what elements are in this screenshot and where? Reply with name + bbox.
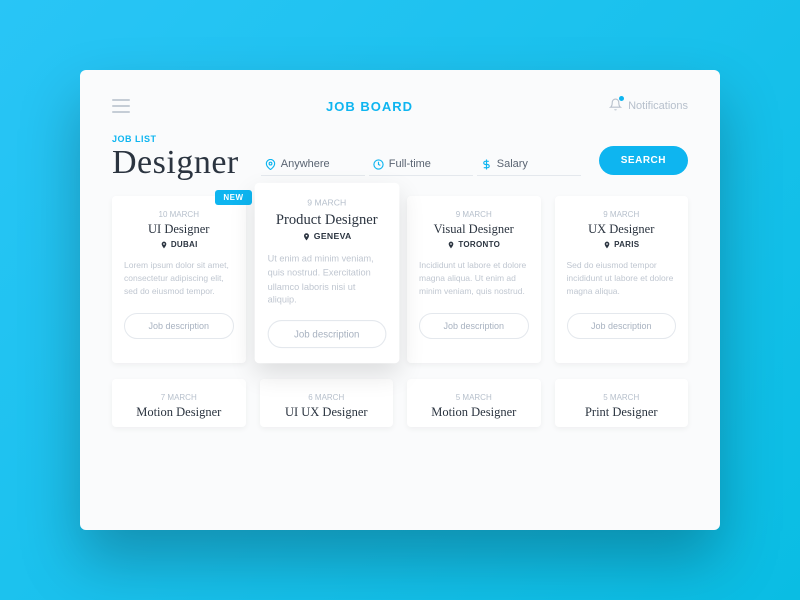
job-title: Print Designer [567,405,677,420]
job-description-button[interactable]: Job description [567,313,677,339]
job-description-button[interactable]: Job description [419,313,529,339]
filter-location-label: Anywhere [281,158,330,170]
filter-type-label: Full-time [389,158,431,170]
job-card[interactable]: 5 MARCH Print Designer [555,379,689,427]
job-location: PARIS [567,240,677,249]
search-button[interactable]: SEARCH [599,146,688,175]
clock-icon [373,159,384,170]
job-date: 9 MARCH [567,210,677,219]
title-block: JOB LIST Designer Anywhere Full-time Sal… [112,134,688,182]
menu-icon[interactable] [112,99,130,113]
filter-salary-label: Salary [497,158,528,170]
job-date: 9 MARCH [267,198,385,208]
job-card[interactable]: 6 MARCH UI UX Designer [260,379,394,427]
location-icon [265,159,276,170]
job-location: GENEVA [267,231,385,241]
header: JOB BOARD Notifications [112,98,688,114]
notifications-label: Notifications [628,100,688,112]
job-date: 5 MARCH [567,393,677,402]
job-date: 5 MARCH [419,393,529,402]
job-card-featured[interactable]: 9 MARCH Product Designer GENEVA Ut enim … [254,183,398,363]
job-desc: Sed do eiusmod tempor incididunt ut labo… [567,259,677,301]
list-subtitle: JOB LIST [112,134,688,144]
job-desc: Lorem ipsum dolor sit amet, consectetur … [124,259,234,301]
filter-salary[interactable]: Salary [477,153,581,176]
job-title: UI Designer [124,222,234,237]
filter-location[interactable]: Anywhere [261,153,365,176]
job-description-button[interactable]: Job description [267,320,385,348]
list-title: Designer [112,144,239,182]
job-title: UI UX Designer [272,405,382,420]
job-card[interactable]: 9 MARCH UX Designer PARIS Sed do eiusmod… [555,196,689,363]
job-title: Visual Designer [419,222,529,237]
app-window: JOB BOARD Notifications JOB LIST Designe… [80,70,720,530]
job-cards-row-2: 7 MARCH Motion Designer 6 MARCH UI UX De… [112,379,688,427]
app-logo: JOB BOARD [326,99,413,114]
job-cards-row-1: NEW 10 MARCH UI Designer DUBAI Lorem ips… [112,196,688,363]
job-title: UX Designer [567,222,677,237]
job-desc: Incididunt ut labore et dolore magna ali… [419,259,529,301]
job-date: 9 MARCH [419,210,529,219]
job-date: 6 MARCH [272,393,382,402]
job-title: Motion Designer [124,405,234,420]
job-card[interactable]: 7 MARCH Motion Designer [112,379,246,427]
job-title: Motion Designer [419,405,529,420]
dollar-icon [481,159,492,170]
job-card[interactable]: NEW 10 MARCH UI Designer DUBAI Lorem ips… [112,196,246,363]
job-title: Product Designer [267,211,385,228]
job-date: 7 MARCH [124,393,234,402]
job-description-button[interactable]: Job description [124,313,234,339]
job-desc: Ut enim ad minim veniam, quis nostrud. E… [267,252,385,307]
new-badge: NEW [215,190,251,205]
job-card[interactable]: 5 MARCH Motion Designer [407,379,541,427]
job-location: TORONTO [419,240,529,249]
notifications-button[interactable]: Notifications [609,98,688,114]
filters: Anywhere Full-time Salary [261,153,581,182]
job-card[interactable]: 9 MARCH Visual Designer TORONTO Incididu… [407,196,541,363]
filter-type[interactable]: Full-time [369,153,473,176]
bell-icon [609,98,622,114]
job-date: 10 MARCH [124,210,234,219]
job-location: DUBAI [124,240,234,249]
